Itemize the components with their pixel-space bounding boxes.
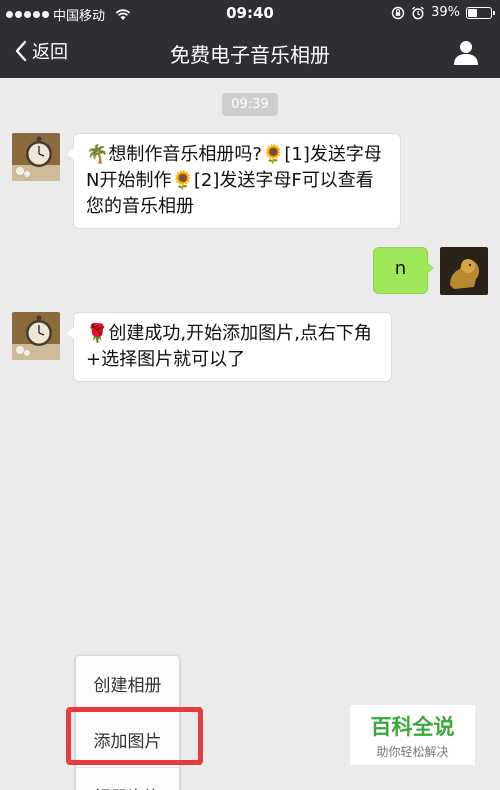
profile-icon[interactable] (452, 38, 480, 66)
message-bubble: 🌹创建成功,开始添加图片,点右下角+选择图片就可以了 (67, 312, 392, 382)
user-avatar[interactable] (440, 247, 488, 295)
message-bubble: 🌴想制作音乐相册吗?🌻[1]发送字母N开始制作🌻[2]发送字母F可以查看您的音乐… (67, 133, 401, 229)
chat-timestamp: 09:39 (222, 93, 278, 116)
page-title: 免费电子音乐相册 (170, 43, 330, 67)
status-bar: 中国移动 09:40 39% (0, 0, 500, 26)
lion-statue-icon (440, 247, 488, 295)
rotation-lock-icon (391, 6, 405, 19)
alarm-icon (412, 6, 425, 19)
official-account-avatar[interactable] (12, 133, 60, 181)
watermark-subtitle: 助你轻松解决 (376, 745, 449, 759)
menu-item-create-album[interactable]: 创建相册 (76, 656, 179, 712)
watermark-logo: 百科全说 助你轻松解决 (350, 705, 475, 765)
status-right: 39% (391, 5, 495, 20)
battery-percent: 39% (431, 5, 460, 20)
pocket-watch-icon (12, 312, 60, 360)
message-bubble: n (373, 247, 434, 294)
highlight-annotation (66, 707, 203, 765)
battery-icon (466, 6, 495, 19)
nav-bar: 返回 免费电子音乐相册 (0, 26, 500, 78)
official-account-avatar[interactable] (12, 312, 60, 360)
battery-level (468, 8, 477, 17)
watermark-title: 百科全说 (370, 715, 455, 739)
pocket-watch-icon (12, 133, 60, 181)
menu-item-album-inquiry[interactable]: 相册咨询 (76, 768, 179, 790)
